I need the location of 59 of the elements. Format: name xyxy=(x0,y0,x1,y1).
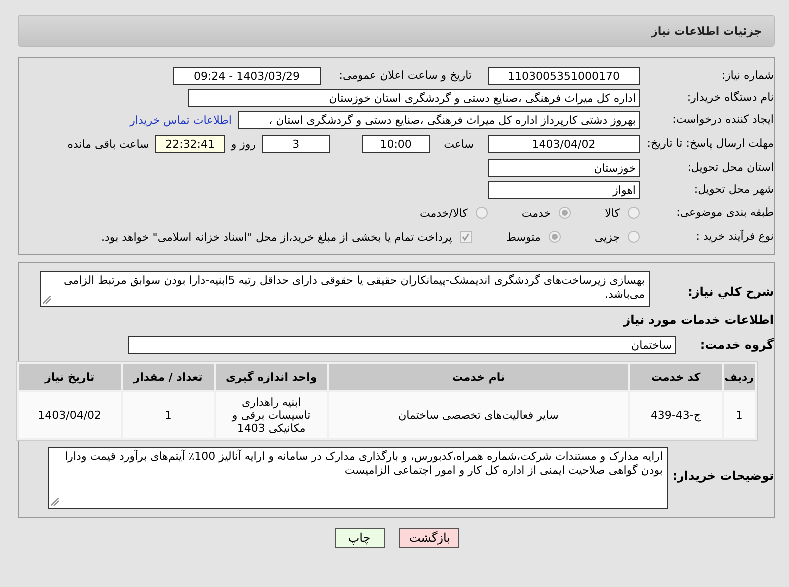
field-label: شرح کلي نياز: xyxy=(687,285,774,299)
field-label: گروه خدمت: xyxy=(699,338,774,352)
field-label: ساعت xyxy=(444,138,474,150)
deadline-date-field[interactable]: 1403/04/02 xyxy=(488,135,640,153)
deadline-time-field[interactable]: 10:00 xyxy=(362,135,430,153)
field-label: مهلت ارسال پاسخ: تا تاریخ: xyxy=(646,137,774,151)
buyer-notes-text-area[interactable]: ارایه مدارک و مستندات شرکت،شماره همراه،کدبورس، و بارگذاری مدارک در سامانه و ارایه آنالیز 100٪ آیتم‌های برآورد قیمت ودارا بودن گواهی صلاحیت ایمنی از اداره کل کار و امور اجتماعی الزامیست xyxy=(48,447,668,509)
radio-button[interactable] xyxy=(628,231,640,243)
page-title-bar: جزئیات اطلاعات نیاز xyxy=(18,15,775,47)
table-cell: ابنیه راهداری تاسیسات برقی و مکانیکی 1403 xyxy=(216,392,328,438)
field-label: شهر محل تحویل: xyxy=(693,183,774,197)
radio-label: کالا xyxy=(605,206,620,220)
radio-label: خدمت xyxy=(522,206,552,220)
column-header: واحد اندازه گیری xyxy=(216,364,328,390)
back-button[interactable]: بازگشت xyxy=(398,528,458,548)
field-label: روز و xyxy=(231,138,256,150)
announce-date-field[interactable]: 1403/03/29 - 09:24 xyxy=(173,67,321,85)
column-header: تاریخ نیاز xyxy=(19,364,121,390)
buyer-field[interactable]: اداره کل میراث فرهنگی ،صنایع دستی و گردشگری استان خوزستان xyxy=(188,89,640,107)
field-label: تاریخ و ساعت اعلان عمومی: xyxy=(338,69,472,83)
days-field[interactable]: 3 xyxy=(262,135,330,153)
need-number-field[interactable]: 1103005351000170 xyxy=(488,67,640,85)
print-button[interactable]: چاپ xyxy=(334,528,384,548)
radio-button[interactable] xyxy=(476,207,488,219)
field-label: توضیحات خریدار: xyxy=(674,469,774,483)
checkbox-label: پرداخت تمام یا بخشی از مبلغ خرید،از محل "اسناد خزانه اسلامی" خواهد بود. xyxy=(102,230,452,244)
radio-label: جزیی xyxy=(594,230,620,244)
radio-button[interactable] xyxy=(559,207,572,219)
summary-text-area[interactable]: بهسازی زیرساخت‌های گردشگری اندیمشک-پیمانکاران حقیقی یا حقوقی دارای حداقل رتبه 5ابنیه-دارا بودن سوابق مرتبط الزامی می‌باشد. xyxy=(40,271,650,307)
column-header: ردیف xyxy=(724,364,755,390)
field-label: شماره نیاز: xyxy=(720,69,774,83)
province-field[interactable]: خوزستان xyxy=(488,159,640,177)
column-header: تعداد / مقدار xyxy=(122,364,214,390)
table-cell: سایر فعالیت‌های تخصصی ساختمان xyxy=(329,392,628,438)
radio-label: متوسط xyxy=(506,230,541,244)
field-label: ساعت باقی مانده xyxy=(68,138,150,150)
service-group-field[interactable]: ساختمان xyxy=(128,336,676,354)
table-cell: 1 xyxy=(122,392,214,438)
field-label: نام دستگاه خریدار: xyxy=(686,91,774,105)
resize-grip-icon xyxy=(43,296,51,304)
checkbox[interactable] xyxy=(460,231,472,243)
column-header: نام خدمت xyxy=(329,364,628,390)
radio-button[interactable] xyxy=(548,231,561,243)
city-field[interactable]: اهواز xyxy=(488,181,640,199)
creator-field[interactable]: بهروز دشتی کارپرداز اداره کل میراث فرهنگی ،صنایع دستی و گردشگری استان ، xyxy=(238,111,640,129)
table-cell: 1403/04/02 xyxy=(19,392,121,438)
buyer-contact-link[interactable]: اطلاعات تماس خریدار xyxy=(130,114,232,126)
table-cell: 1 xyxy=(724,392,755,438)
radio-button[interactable] xyxy=(628,207,640,219)
remaining-time-field: 22:32:41 xyxy=(155,135,226,153)
section-title: اطلاعات خدمات مورد نیاز xyxy=(622,313,774,327)
field-label: استان محل تحویل: xyxy=(686,161,774,175)
field-label: نوع فرآیند خرید : xyxy=(695,230,774,244)
column-header: کد خدمت xyxy=(630,364,722,390)
radio-label: کالا/خدمت xyxy=(420,206,468,220)
field-label: طبقه بندی موضوعی: xyxy=(676,206,774,220)
resize-grip-icon xyxy=(51,498,59,506)
field-label: ایجاد کننده درخواست: xyxy=(672,113,774,127)
table-cell: ج-43-439 xyxy=(630,392,722,438)
